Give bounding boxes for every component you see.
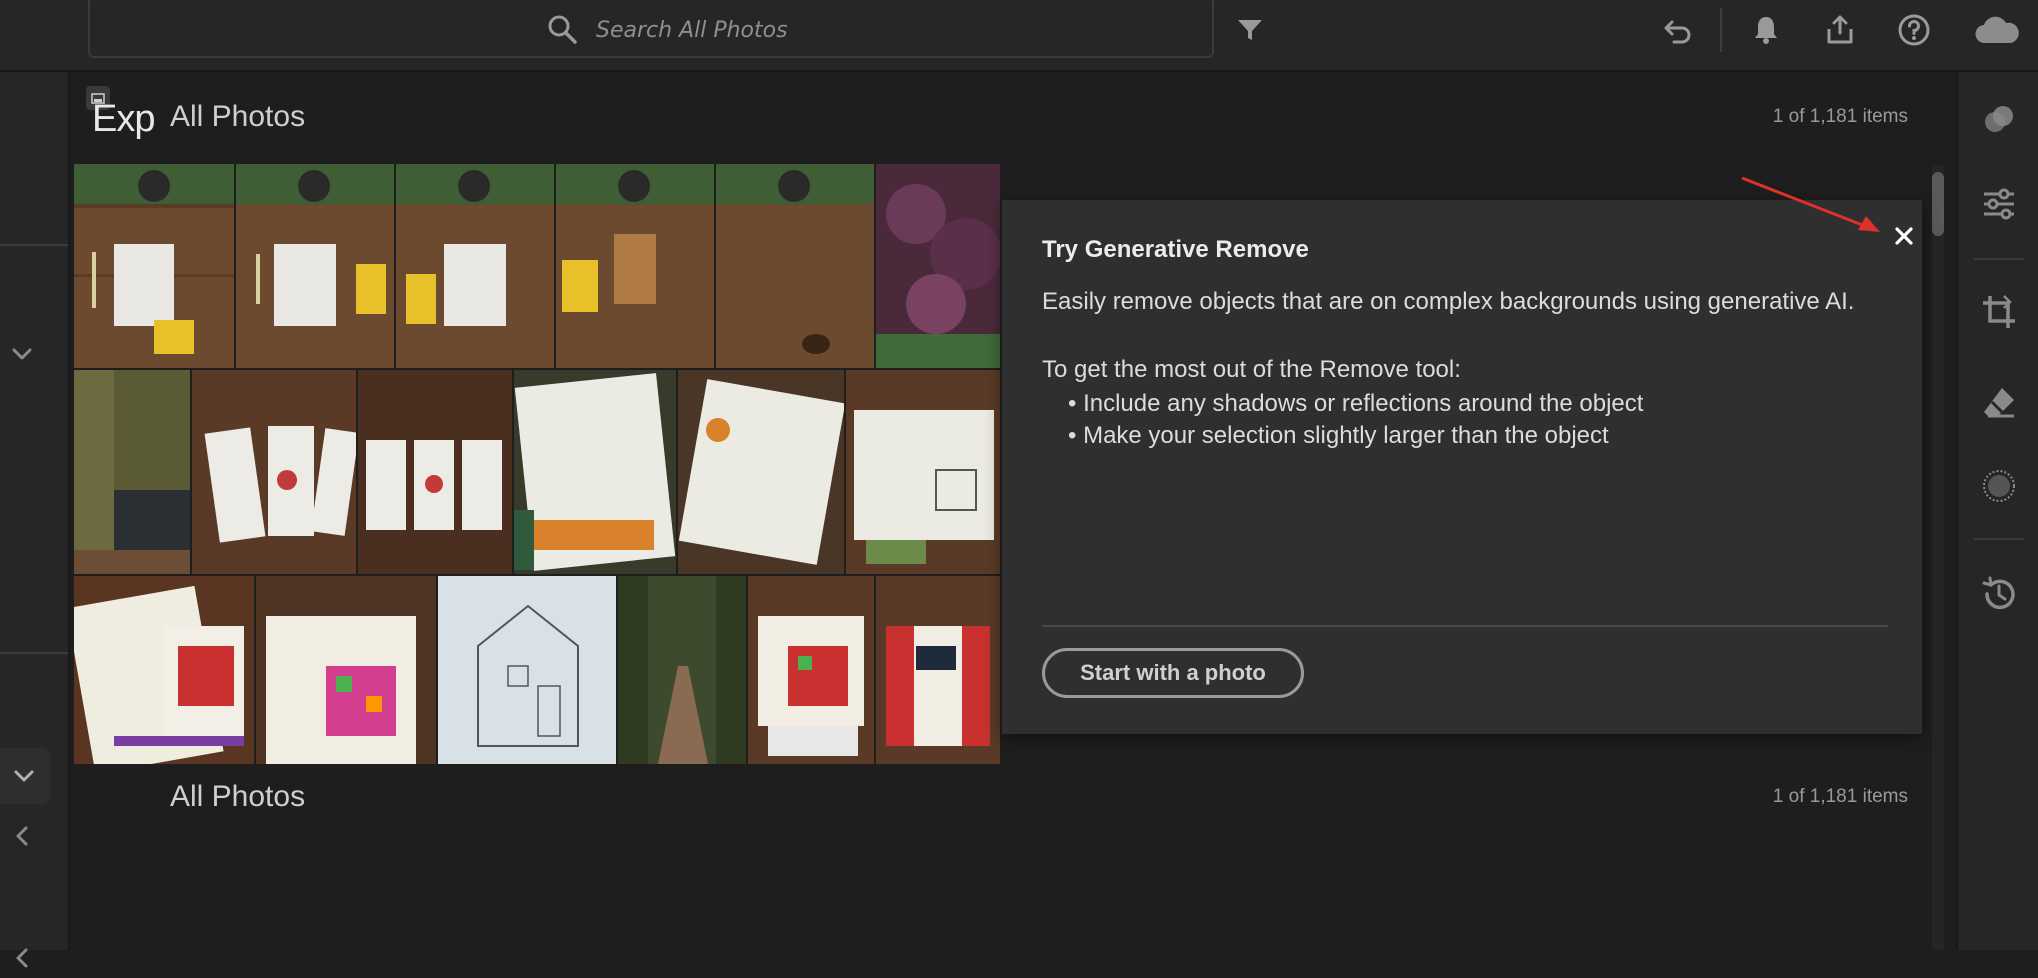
bell-icon[interactable] xyxy=(1746,10,1786,50)
coach-bullet: • Make your selection slightly larger th… xyxy=(1068,422,1609,449)
chevron-left-icon[interactable] xyxy=(2,938,42,978)
remove-eraser-icon[interactable] xyxy=(1958,374,2038,430)
rail-divider xyxy=(0,652,68,654)
coach-divider xyxy=(1042,625,1888,627)
right-edit-rail xyxy=(1956,72,2038,950)
partial-title: Exp xyxy=(92,98,155,140)
search-icon[interactable] xyxy=(545,12,579,46)
photo-tile[interactable] xyxy=(192,370,356,574)
item-count: 1 of 1,181 items xyxy=(1772,106,1908,127)
chevron-left-icon[interactable] xyxy=(2,816,42,856)
coach-subheading: To get the most out of the Remove tool: xyxy=(1042,356,1461,383)
scrollbar-track[interactable] xyxy=(1932,166,1944,950)
photo-grid xyxy=(74,164,1000,764)
undo-icon[interactable] xyxy=(1658,10,1698,50)
section-title: All Photos xyxy=(170,100,306,133)
scrollbar-thumb[interactable] xyxy=(1932,172,1944,236)
photo-tile-selected[interactable] xyxy=(438,576,616,764)
cloud-icon[interactable] xyxy=(1972,10,2022,50)
section-title: All Photos xyxy=(170,780,306,813)
photo-tile[interactable] xyxy=(256,576,436,764)
photo-tile[interactable] xyxy=(236,164,394,368)
photo-tile[interactable] xyxy=(876,164,1000,368)
top-toolbar xyxy=(0,0,2038,72)
photo-tile[interactable] xyxy=(748,576,874,764)
photo-tile[interactable] xyxy=(74,164,234,368)
chevron-down-icon[interactable] xyxy=(4,756,44,796)
item-count: 1 of 1,181 items xyxy=(1772,786,1908,807)
photo-tile[interactable] xyxy=(846,370,1000,574)
toolbar-divider xyxy=(1720,8,1722,52)
photo-tile[interactable] xyxy=(556,164,714,368)
photo-tile[interactable] xyxy=(876,576,1000,764)
coach-bullet-text: Include any shadows or reflections aroun… xyxy=(1083,390,1644,417)
photo-tile[interactable] xyxy=(716,164,874,368)
left-rail xyxy=(0,72,70,968)
masking-icon[interactable] xyxy=(1958,458,2038,514)
rail-separator xyxy=(1974,258,2024,260)
chevron-down-icon[interactable] xyxy=(2,334,42,374)
rail-divider xyxy=(0,244,68,246)
share-icon[interactable] xyxy=(1820,10,1860,50)
photo-tile[interactable] xyxy=(74,576,254,764)
close-icon[interactable] xyxy=(1886,218,1922,254)
photo-tile[interactable] xyxy=(514,370,676,574)
history-icon[interactable] xyxy=(1958,566,2038,622)
crop-icon[interactable] xyxy=(1958,284,2038,340)
coach-bullet-text: Make your selection slightly larger than… xyxy=(1083,422,1609,449)
photo-tile[interactable] xyxy=(358,370,512,574)
filter-icon[interactable] xyxy=(1230,10,1270,50)
photo-tile[interactable] xyxy=(678,370,844,574)
photo-tile[interactable] xyxy=(396,164,554,368)
color-mix-icon[interactable] xyxy=(1958,92,2038,148)
photo-tile[interactable] xyxy=(74,370,190,574)
rail-separator xyxy=(1974,538,2024,540)
coach-intro: Easily remove objects that are on comple… xyxy=(1042,288,1855,315)
coach-title: Try Generative Remove xyxy=(1042,236,1309,263)
photo-tile[interactable] xyxy=(618,576,746,764)
help-icon[interactable] xyxy=(1894,10,1934,50)
edit-sliders-icon[interactable] xyxy=(1958,176,2038,232)
coach-bullet: • Include any shadows or reflections aro… xyxy=(1068,390,1644,417)
start-with-photo-button[interactable]: Start with a photo xyxy=(1042,648,1304,698)
annotation-arrow-icon xyxy=(1730,170,1890,240)
search-input[interactable] xyxy=(594,12,998,48)
